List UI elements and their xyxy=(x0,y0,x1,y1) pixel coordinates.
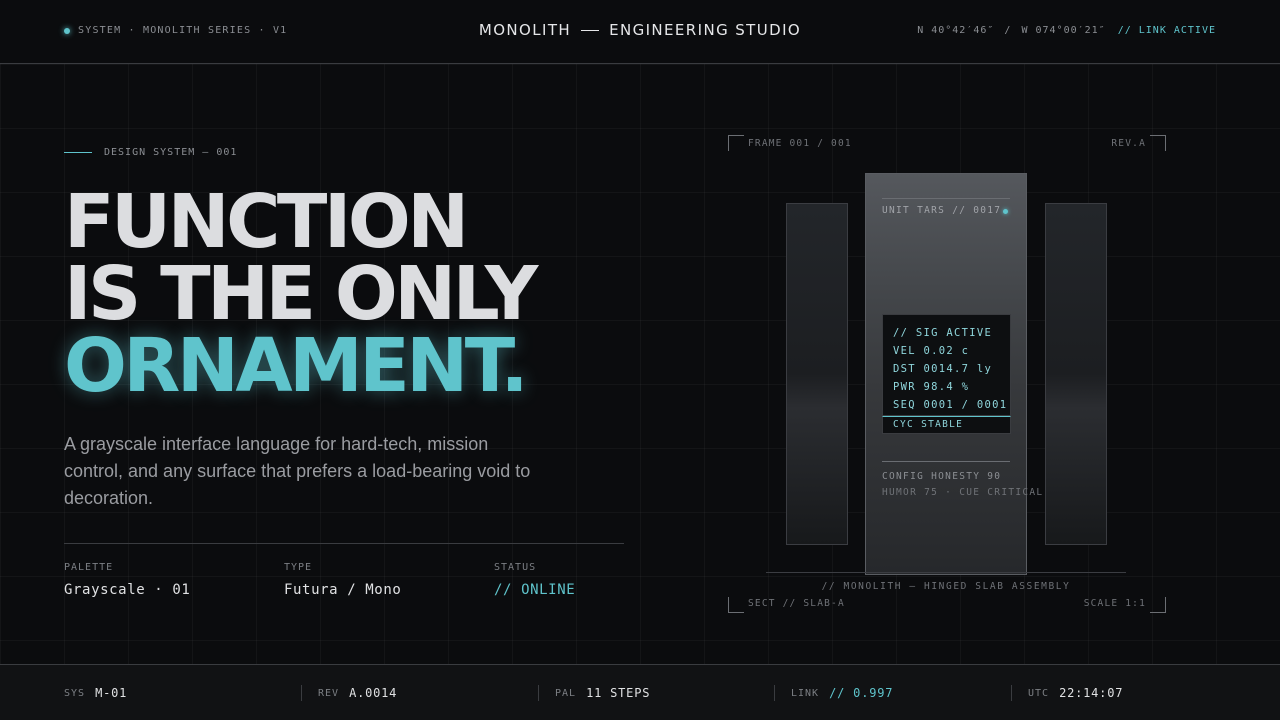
hero-description: A grayscale interface language for hard-… xyxy=(64,434,531,508)
footer-rev-key: REV xyxy=(318,687,340,699)
meta-type: TYPE Futura / Mono xyxy=(284,562,401,598)
eyebrow-rule xyxy=(64,152,92,153)
footer-link-key: LINK xyxy=(791,687,820,699)
coordinates: N 40°42′46″ / W 074°00′21″ // LINK ACTIVE xyxy=(917,25,1216,36)
illustration-caption: // MONOLITH — HINGED SLAB ASSEMBLY xyxy=(821,581,1071,592)
rev-label: REV.A xyxy=(1111,138,1146,149)
brand-name: MONOLITH xyxy=(478,21,572,39)
meta-status-value: // ONLINE xyxy=(494,582,576,598)
slab-right xyxy=(1045,203,1107,545)
top-bar: SYSTEM · MONOLITH SERIES · V1 MONOLITH EN… xyxy=(0,0,1280,64)
readout-row: VEL 0.02 c xyxy=(893,345,970,357)
status-bar: SYS M-01 REV A.0014 PAL 11 STEPS LINK //… xyxy=(0,664,1280,720)
footer-pal-value: 11 STEPS xyxy=(586,686,651,700)
readout-row: SEQ 0001 / 0001 xyxy=(893,399,1008,411)
hero-headline: FUNCTION IS THE ONLY ORNAMENT. xyxy=(64,179,538,409)
headline-line-2: IS THE ONLY xyxy=(64,251,538,337)
footer-divider xyxy=(538,685,539,701)
cycle-status: CYC STABLE xyxy=(882,416,1011,434)
frame-corner-top-left xyxy=(728,135,744,151)
footer-sys-key: SYS xyxy=(64,687,86,699)
slab-mid-rule xyxy=(882,461,1010,462)
meta-palette-key: PALETTE xyxy=(64,562,114,573)
footer-rev-value: A.0014 xyxy=(349,686,398,700)
brand-dash xyxy=(581,30,600,31)
base-line xyxy=(766,572,1126,573)
readout-row: PWR 98.4 % xyxy=(893,381,970,393)
footer-link-value: // 0.997 xyxy=(829,686,894,700)
readout-row: // SIG ACTIVE xyxy=(893,327,993,339)
frame-label: FRAME 001 / 001 xyxy=(748,138,852,149)
frame-corner-bottom-left xyxy=(728,597,744,613)
footer-rev: REV A.0014 xyxy=(318,665,397,720)
footer-pal-key: PAL xyxy=(555,687,577,699)
meta-type-key: TYPE xyxy=(284,562,313,573)
config-line-2: HUMOR 75 · CUE CRITICAL xyxy=(882,487,1044,498)
unit-status-dot-icon xyxy=(1003,209,1008,214)
footer-sys-value: M-01 xyxy=(95,686,128,700)
unit-label: UNIT TARS // 0017 xyxy=(882,205,1002,216)
slab-left xyxy=(786,203,848,545)
meta-palette: PALETTE Grayscale · 01 xyxy=(64,562,190,598)
scale-label: SCALE 1:1 xyxy=(1083,598,1146,609)
coord-separator: / xyxy=(1004,25,1012,36)
meta-status-key: STATUS xyxy=(494,562,537,573)
signal-readout: // SIG ACTIVE VEL 0.02 c DST 0014.7 ly P… xyxy=(882,314,1011,416)
slab-center: UNIT TARS // 0017 // SIG ACTIVE VEL 0.02… xyxy=(865,173,1042,575)
footer-utc-value: 22:14:07 xyxy=(1059,686,1124,700)
frame-corner-top-right xyxy=(1150,135,1166,151)
footer-utc: UTC 22:14:07 xyxy=(1028,665,1123,720)
meta-divider xyxy=(64,543,624,544)
headline-line-3: ORNAMENT. xyxy=(64,323,529,409)
link-status: // LINK ACTIVE xyxy=(1117,25,1216,36)
meta-palette-value: Grayscale · 01 xyxy=(64,582,191,598)
latitude: N 40°42′46″ xyxy=(917,25,995,36)
footer-utc-key: UTC xyxy=(1028,687,1050,699)
slab-top-rule xyxy=(882,198,1010,199)
longitude: W 074°00′21″ xyxy=(1021,25,1106,36)
headline-line-1: FUNCTION xyxy=(64,179,469,265)
footer-sys: SYS M-01 xyxy=(64,665,127,720)
frame-corner-bottom-right xyxy=(1150,597,1166,613)
footer-divider xyxy=(1011,685,1012,701)
meta-status: STATUS // ONLINE xyxy=(494,562,575,598)
footer-pal: PAL 11 STEPS xyxy=(555,665,650,720)
sect-label: SECT // SLAB-A xyxy=(748,598,845,609)
footer-divider xyxy=(301,685,302,701)
brand-tagline: ENGINEERING STUDIO xyxy=(609,21,802,39)
eyebrow: DESIGN SYSTEM — 001 xyxy=(64,147,237,158)
config-line-1: CONFIG HONESTY 90 xyxy=(882,471,1002,482)
readout-row: DST 0014.7 ly xyxy=(893,363,993,375)
eyebrow-text: DESIGN SYSTEM — 001 xyxy=(104,147,238,158)
footer-divider xyxy=(774,685,775,701)
footer-link: LINK // 0.997 xyxy=(791,665,893,720)
meta-type-value: Futura / Mono xyxy=(284,582,402,598)
